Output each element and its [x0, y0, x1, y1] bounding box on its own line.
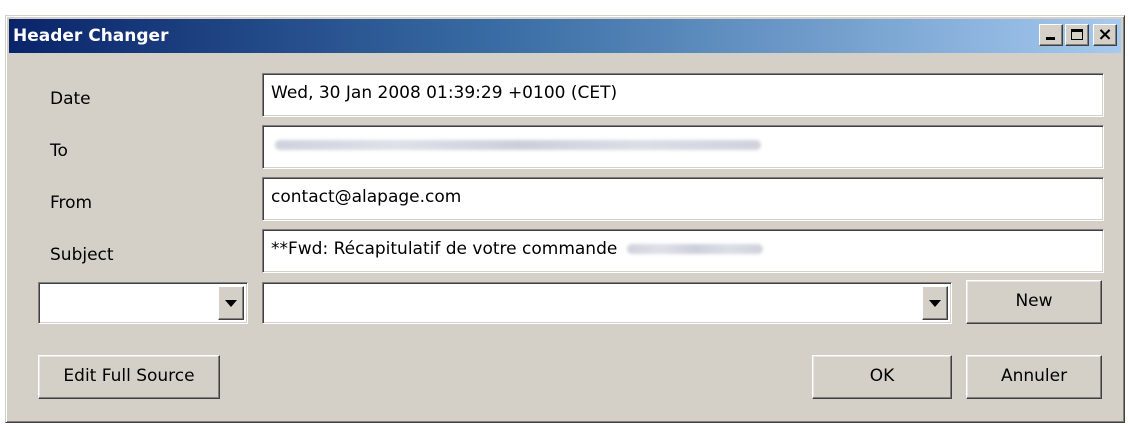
close-icon: × [1097, 24, 1113, 45]
cancel-button[interactable]: Annuler [966, 355, 1102, 399]
from-label: From [50, 193, 93, 213]
edit-full-source-button[interactable]: Edit Full Source [38, 355, 220, 399]
header-changer-dialog: Header Changer × Date Wed, 30 Jan 2008 0… [5, 15, 1125, 423]
subject-value: **Fwd: Récapitulatif de votre commande [271, 239, 618, 259]
title-bar[interactable]: Header Changer × [9, 19, 1121, 53]
minimize-button[interactable] [1039, 24, 1063, 46]
from-value: contact@alapage.com [271, 187, 462, 207]
ok-button[interactable]: OK [812, 355, 952, 399]
new-button[interactable]: New [966, 280, 1102, 324]
close-button[interactable]: × [1093, 24, 1117, 46]
from-field[interactable]: contact@alapage.com [262, 177, 1104, 221]
to-label: To [50, 141, 68, 161]
redacted-order-number [626, 244, 763, 254]
maximize-button[interactable] [1065, 24, 1089, 46]
chevron-down-icon [929, 300, 941, 307]
date-field[interactable]: Wed, 30 Jan 2008 01:39:29 +0100 (CET) [262, 73, 1104, 117]
header-name-combo[interactable] [38, 282, 248, 324]
date-label: Date [50, 89, 91, 109]
subject-label: Subject [50, 245, 114, 265]
maximize-icon [1071, 29, 1083, 40]
subject-field[interactable]: **Fwd: Récapitulatif de votre commande [262, 229, 1104, 273]
window-title: Header Changer [13, 26, 169, 46]
chevron-down-icon [225, 300, 237, 307]
minimize-icon [1046, 37, 1055, 40]
date-value: Wed, 30 Jan 2008 01:39:29 +0100 (CET) [271, 83, 618, 103]
to-field[interactable] [262, 125, 1104, 169]
redacted-to-address [275, 140, 761, 150]
value-combo-dropdown-button[interactable] [922, 286, 948, 320]
header-value-combo[interactable] [262, 282, 952, 324]
header-combo-dropdown-button[interactable] [218, 286, 244, 320]
window-controls: × [1039, 24, 1117, 46]
